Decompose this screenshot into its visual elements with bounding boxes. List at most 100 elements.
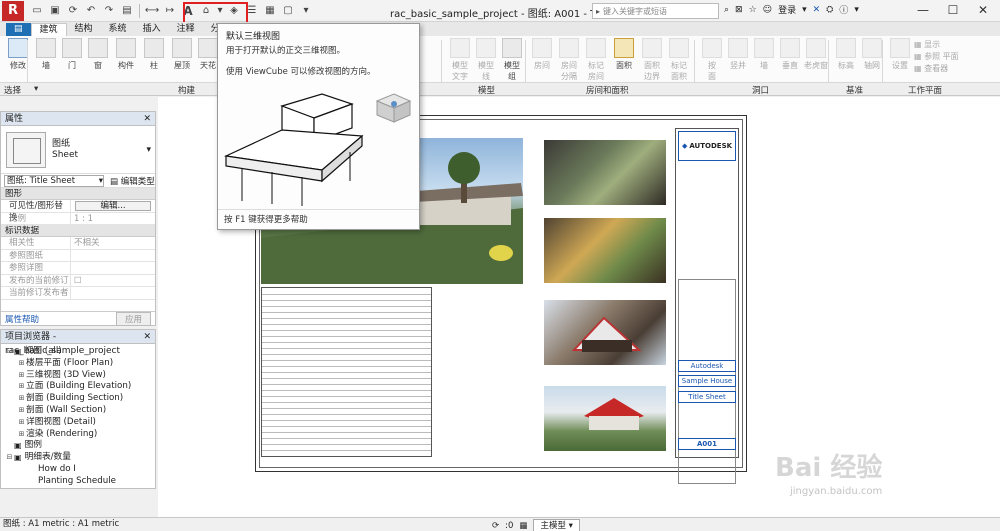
level-button[interactable]: 标高: [832, 38, 860, 71]
star-icon[interactable]: ☆: [749, 5, 757, 15]
browser-tree-node[interactable]: ⊞ 渲染 (Rendering): [1, 429, 155, 441]
property-section-header[interactable]: 标识数据: [1, 225, 155, 237]
redo-icon[interactable]: ↷: [101, 3, 117, 19]
wall-opening-button[interactable]: 墙: [750, 38, 778, 71]
undo-icon[interactable]: ↶: [83, 3, 99, 19]
revit-app-icon[interactable]: R: [2, 0, 24, 21]
by-face-button[interactable]: 按 面: [698, 38, 726, 82]
room-separator-button[interactable]: 房间 分隔: [555, 38, 583, 82]
select-dropdown-icon[interactable]: ▾: [34, 84, 38, 94]
set-button[interactable]: 设置: [886, 38, 914, 71]
window-button[interactable]: 窗: [84, 38, 112, 71]
panel-label-select[interactable]: 选择: [4, 84, 21, 96]
tree-toggle-icon[interactable]: ⊟: [5, 452, 14, 464]
switch-windows-icon[interactable]: ▢: [280, 3, 296, 19]
browser-tree-node[interactable]: ⊞ 详图视图 (Detail): [1, 417, 155, 429]
worksets-icon[interactable]: ⟳: [492, 520, 499, 531]
dimension-icon[interactable]: ↦: [162, 3, 178, 19]
tree-toggle-icon[interactable]: ⊟: [5, 346, 14, 358]
login-link[interactable]: 登录: [778, 3, 796, 16]
tree-toggle-icon[interactable]: ⊞: [17, 429, 26, 441]
browser-tree-node[interactable]: ⊞ 三维视图 (3D View): [1, 370, 155, 382]
viewport-rendering-aerial[interactable]: [544, 386, 666, 451]
show-button[interactable]: ▦ 显示: [914, 39, 959, 51]
maximize-icon[interactable]: ☐: [938, 0, 968, 20]
print-icon[interactable]: ▤: [119, 3, 135, 19]
viewport-rendering-interior[interactable]: [544, 218, 666, 283]
model-text-button[interactable]: 模型 文字: [446, 38, 474, 82]
community-icon[interactable]: ⛭: [826, 5, 833, 15]
tree-toggle-icon[interactable]: ⊞: [17, 370, 26, 382]
tree-toggle-icon[interactable]: ⊞: [17, 381, 26, 393]
chevron-down-icon[interactable]: ▾: [146, 145, 151, 155]
properties-help-link[interactable]: 属性帮助: [5, 313, 39, 325]
room-button[interactable]: 房间: [528, 38, 556, 71]
roof-button[interactable]: 屋顶: [168, 38, 196, 71]
close-icon[interactable]: ✕: [143, 330, 151, 343]
tab-systems[interactable]: 系统: [101, 23, 135, 36]
tree-toggle-icon[interactable]: ⊞: [17, 393, 26, 405]
viewer-button[interactable]: ▦ 查看器: [914, 63, 959, 75]
design-option-select[interactable]: 主模型 ▾: [533, 519, 580, 531]
dropdown-arrow-icon[interactable]: ▾: [854, 5, 859, 15]
tab-annotate[interactable]: 注释: [169, 23, 203, 36]
wall-button[interactable]: 墙: [32, 38, 60, 71]
ref-plane-button[interactable]: ▦ 参照 平面: [914, 51, 959, 63]
schedule-table[interactable]: [261, 287, 432, 457]
tag-area-button[interactable]: 标记 面积: [665, 38, 693, 82]
exchange-icon[interactable]: ✕: [813, 5, 821, 15]
tab-structure[interactable]: 结构: [67, 23, 101, 36]
design-options-icon[interactable]: ▦: [519, 520, 527, 531]
help-icon[interactable]: ⓘ: [839, 3, 848, 16]
browser-tree-node[interactable]: ⊞ 楼层平面 (Floor Plan): [1, 358, 155, 370]
search-input[interactable]: ▸ 键入关键字或短语: [592, 3, 719, 19]
user-icon[interactable]: ☺: [763, 5, 772, 15]
qat-customize-icon[interactable]: ▾: [298, 3, 314, 19]
save-icon[interactable]: ▣: [47, 3, 63, 19]
open-icon[interactable]: ▭: [29, 3, 45, 19]
dropdown-arrow-icon[interactable]: ▾: [802, 5, 807, 15]
viewport-rendering-living[interactable]: [544, 140, 666, 205]
model-line-button[interactable]: 模型 线: [472, 38, 500, 82]
column-button[interactable]: 柱: [140, 38, 168, 71]
tree-toggle-icon[interactable]: ⊞: [17, 405, 26, 417]
tree-toggle-icon[interactable]: ⊞: [17, 417, 26, 429]
tag-room-button[interactable]: 标记 房间: [582, 38, 610, 82]
area-button[interactable]: 面积: [610, 38, 638, 71]
instance-filter-select[interactable]: 图纸: Title Sheet ▾: [4, 174, 104, 187]
minimize-icon[interactable]: —: [908, 0, 938, 20]
area-boundary-button[interactable]: 面积 边界: [638, 38, 666, 82]
property-section-header[interactable]: 图形: [1, 188, 155, 200]
browser-tree-node[interactable]: ⊞ 剖面 (Wall Section): [1, 405, 155, 417]
browser-tree-node[interactable]: ⊞ 立面 (Building Elevation): [1, 381, 155, 393]
close-hidden-windows-icon[interactable]: ▦: [262, 3, 278, 19]
browser-tree-node[interactable]: How do I: [1, 464, 155, 476]
measure-icon[interactable]: ⟷: [144, 3, 160, 19]
browser-tree-node[interactable]: Planting Schedule: [1, 476, 155, 488]
tab-insert[interactable]: 插入: [135, 23, 169, 36]
tree-toggle-icon[interactable]: ⊞: [17, 358, 26, 370]
edit-type-button[interactable]: ▤ 编辑类型: [110, 175, 155, 187]
type-selector[interactable]: 图纸 Sheet ▾: [1, 126, 155, 174]
search-icon[interactable]: ⌕: [724, 5, 729, 15]
file-menu-tab[interactable]: ▤: [6, 23, 31, 36]
vertical-button[interactable]: 垂直: [776, 38, 804, 71]
door-button[interactable]: 门: [58, 38, 86, 71]
close-icon[interactable]: ✕: [143, 112, 151, 125]
browser-tree-node[interactable]: ⊟ ▣ 明细表/数量: [1, 452, 155, 464]
component-button[interactable]: 构件: [112, 38, 140, 71]
browser-tree-node[interactable]: ⊞ 剖面 (Building Section): [1, 393, 155, 405]
apply-button[interactable]: 应用: [115, 311, 151, 326]
model-group-button[interactable]: 模型 组: [498, 38, 526, 82]
dormer-button[interactable]: 老虎窗: [802, 38, 830, 71]
viewport-rendering-section[interactable]: [544, 300, 666, 365]
browser-tree-node[interactable]: ▣ 图例: [1, 440, 155, 452]
tab-architecture[interactable]: 建筑: [30, 23, 67, 36]
viewcube-icon[interactable]: [966, 97, 994, 125]
close-icon[interactable]: ✕: [968, 0, 998, 20]
title-block[interactable]: ◆ AUTODESK Autodesk Sample House Title Sh…: [675, 128, 739, 484]
subscription-icon[interactable]: ⊠: [735, 5, 743, 15]
sync-icon[interactable]: ⟳: [65, 3, 81, 19]
shaft-button[interactable]: 竖井: [724, 38, 752, 71]
property-edit-button[interactable]: 编辑...: [75, 201, 151, 211]
